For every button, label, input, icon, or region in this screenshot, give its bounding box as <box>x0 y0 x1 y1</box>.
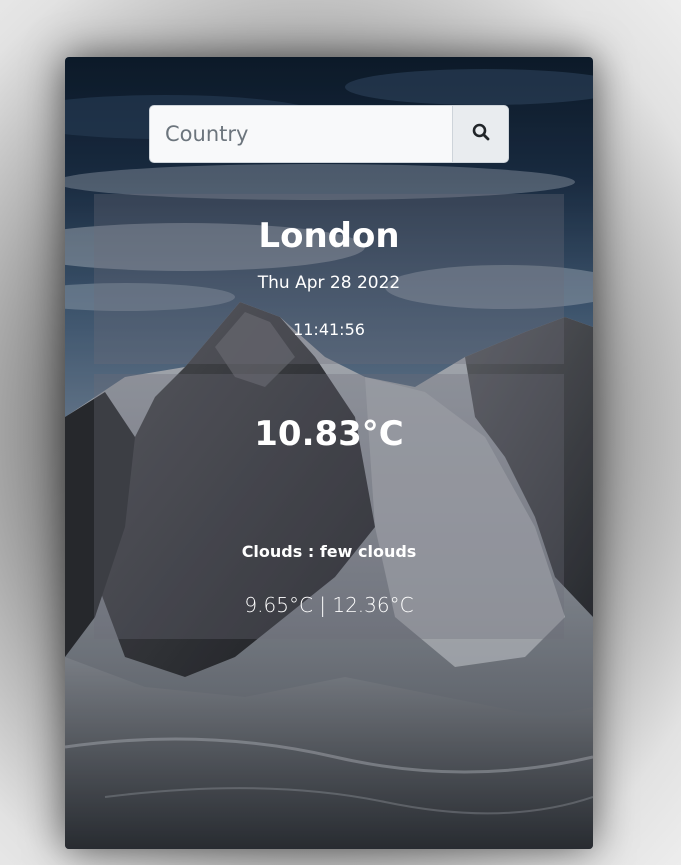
weather-card: London Thu Apr 28 2022 11:41:56 10.83°C … <box>65 57 593 849</box>
current-date: Thu Apr 28 2022 <box>257 273 401 293</box>
temperature-range: 9.65°C | 12.36°C <box>244 593 414 617</box>
location-panel: London Thu Apr 28 2022 11:41:56 <box>94 194 564 364</box>
current-time: 11:41:56 <box>293 320 365 339</box>
city-name: London <box>258 216 400 256</box>
search-button[interactable] <box>452 105 509 163</box>
country-search-input[interactable] <box>149 105 452 163</box>
cloud-description: Clouds : few clouds <box>241 542 417 561</box>
search-bar <box>149 105 509 165</box>
current-temperature: 10.83°C <box>254 414 404 454</box>
weather-panel: 10.83°C Clouds : few clouds 9.65°C | 12.… <box>94 374 564 639</box>
search-icon <box>472 123 490 145</box>
